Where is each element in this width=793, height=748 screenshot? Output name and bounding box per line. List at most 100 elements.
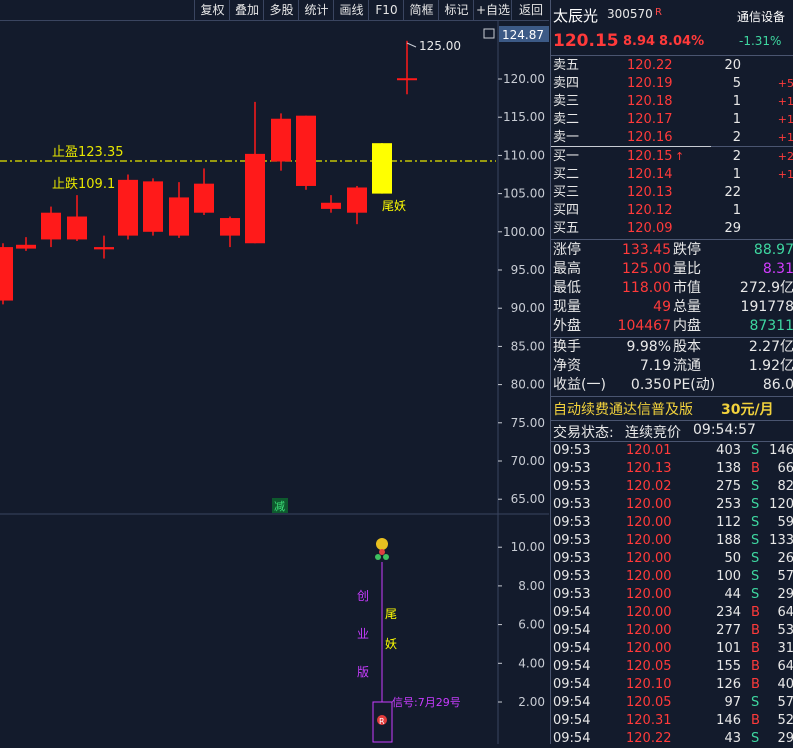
tick-count: 66 xyxy=(777,461,793,476)
tick-time: 09:54 xyxy=(553,695,591,710)
side-text-chuangyeban: 业 xyxy=(357,627,369,641)
panel-divider xyxy=(551,420,793,421)
tick-row: 09:53 120.00 253 S 120 xyxy=(551,496,793,514)
ask-row: 卖四 120.19 5 +5 xyxy=(551,75,793,93)
stat-label: 最低 xyxy=(553,280,581,296)
side-text-weiyao: 尾 xyxy=(385,607,397,621)
ask-row: 卖五 120.22 20 xyxy=(551,57,793,75)
stat-value: 8.31 xyxy=(762,261,793,277)
stat-value: 49 xyxy=(653,299,671,315)
book-price: 120.22 xyxy=(627,58,673,73)
tick-count: 53 xyxy=(777,623,793,638)
coin-icon xyxy=(383,554,389,560)
price-axis-label: 90.00 xyxy=(511,301,545,315)
candle-body xyxy=(169,197,189,236)
toolbar-fuquan-button[interactable]: 复权 xyxy=(194,0,230,20)
tick-row: 09:53 120.00 50 S 26 xyxy=(551,550,793,568)
tick-time: 09:53 xyxy=(553,461,591,476)
stat-value: 88.97 xyxy=(753,242,793,258)
book-volume-change: +1 xyxy=(777,113,793,126)
money-bag-icon xyxy=(376,538,388,550)
stat-label: 外盘 xyxy=(553,318,581,334)
toolbar-jiankuang-button[interactable]: 简框 xyxy=(403,0,439,20)
candle-body xyxy=(16,244,36,249)
candle-body xyxy=(220,218,240,236)
tick-price: 120.00 xyxy=(626,533,672,548)
stat-value: 86.0 xyxy=(762,377,793,393)
stat-label: 现量 xyxy=(553,299,581,315)
tick-count: 133 xyxy=(769,533,793,548)
tick-row: 09:53 120.02 275 S 82 xyxy=(551,478,793,496)
book-volume-change: +2 xyxy=(777,150,793,163)
toolbar-f10-button[interactable]: F10 xyxy=(368,0,404,20)
tick-price: 120.00 xyxy=(626,605,672,620)
tick-row: 09:54 120.00 234 B 64 xyxy=(551,604,793,622)
tick-count: 59 xyxy=(777,515,793,530)
toolbar-fanhui-button[interactable]: 返回 xyxy=(511,0,550,20)
kline-chart-area[interactable]: 120.00 115.00 110.00 105.00 100.00 95.00 90.00… xyxy=(0,0,549,744)
trade-status-time: 09:54:57 xyxy=(693,422,756,438)
tick-time: 09:54 xyxy=(553,605,591,620)
book-level-label: 卖五 xyxy=(553,58,580,73)
tick-count: 64 xyxy=(777,659,793,674)
toolbar-zixuan-button[interactable]: +自选 xyxy=(473,0,512,20)
book-level-label: 买五 xyxy=(553,221,580,236)
sector-change-pct: -1.31% xyxy=(739,34,782,48)
stat-value: 2.27亿 xyxy=(748,339,793,355)
toolbar-divider xyxy=(0,20,549,21)
toolbar-biaoji-button[interactable]: 标记 xyxy=(438,0,474,20)
stop-loss-label: 止跌109.1 xyxy=(52,176,115,192)
book-level-label: 卖四 xyxy=(553,76,580,91)
indicator-axis-label: 10.00 xyxy=(511,540,545,554)
book-volume: 1 xyxy=(732,203,741,218)
panel-divider xyxy=(551,239,793,240)
tick-time: 09:53 xyxy=(553,497,591,512)
toolbar-huaxian-button[interactable]: 画线 xyxy=(333,0,369,20)
tick-count: 57 xyxy=(777,695,793,710)
candle-body xyxy=(41,212,61,240)
tick-row: 09:53 120.13 138 B 66 xyxy=(551,460,793,478)
stat-label: 内盘 xyxy=(673,318,701,334)
tick-price: 120.00 xyxy=(626,569,672,584)
stat-row: 净资 7.19 流通 1.92亿 xyxy=(551,357,793,376)
high-marker-label: 125.00 xyxy=(419,39,461,53)
book-midline xyxy=(551,146,711,147)
ask-row: 卖二 120.17 1 +1 xyxy=(551,111,793,129)
toolbar-tongji-button[interactable]: 统计 xyxy=(298,0,334,20)
sector-tab[interactable]: 通信设备 xyxy=(737,8,785,25)
stat-row: 现量 49 总量 191778 xyxy=(551,298,793,317)
tick-count: 29 xyxy=(777,731,793,746)
candle-body xyxy=(397,78,417,81)
side-text-weiyao: 妖 xyxy=(385,637,397,651)
price-axis-label: 110.00 xyxy=(503,148,545,162)
tick-time: 09:53 xyxy=(553,479,591,494)
tick-volume: 234 xyxy=(716,605,741,620)
stat-row: 最高 125.00 量比 8.31 xyxy=(551,260,793,279)
book-volume: 1 xyxy=(732,167,741,182)
book-level-label: 买二 xyxy=(553,167,580,182)
stat-row: 外盘 104467 内盘 87311 xyxy=(551,317,793,336)
ad-text[interactable]: 自动续费通达信普及版 xyxy=(553,399,693,419)
tick-price: 120.00 xyxy=(626,641,672,656)
price-axis-label: 105.00 xyxy=(503,187,545,201)
tick-time: 09:53 xyxy=(553,443,591,458)
kline-chart[interactable]: 120.00 115.00 110.00 105.00 100.00 95.00 90.00… xyxy=(0,0,549,744)
toolbar-diejia-button[interactable]: 叠加 xyxy=(229,0,264,20)
ad-price[interactable]: 30元/月 xyxy=(721,399,774,419)
candle-body xyxy=(143,181,163,232)
price-axis-label: 65.00 xyxy=(511,492,545,506)
stock-badge: R xyxy=(655,7,662,18)
candle-body xyxy=(0,247,13,301)
tick-count: 52 xyxy=(777,713,793,728)
stat-label: 量比 xyxy=(673,261,701,277)
candle-body xyxy=(296,115,316,186)
toolbar-duogu-button[interactable]: 多股 xyxy=(263,0,299,20)
bid-row: 买二 120.14 1 +1 xyxy=(551,166,793,184)
tick-volume: 188 xyxy=(716,533,741,548)
book-volume: 1 xyxy=(732,94,741,109)
stat-label: 收益(一) xyxy=(553,377,606,393)
tick-count: 64 xyxy=(777,605,793,620)
tick-time: 09:53 xyxy=(553,569,591,584)
stat-value: 104467 xyxy=(617,318,671,334)
stat-label: 涨停 xyxy=(553,242,581,258)
